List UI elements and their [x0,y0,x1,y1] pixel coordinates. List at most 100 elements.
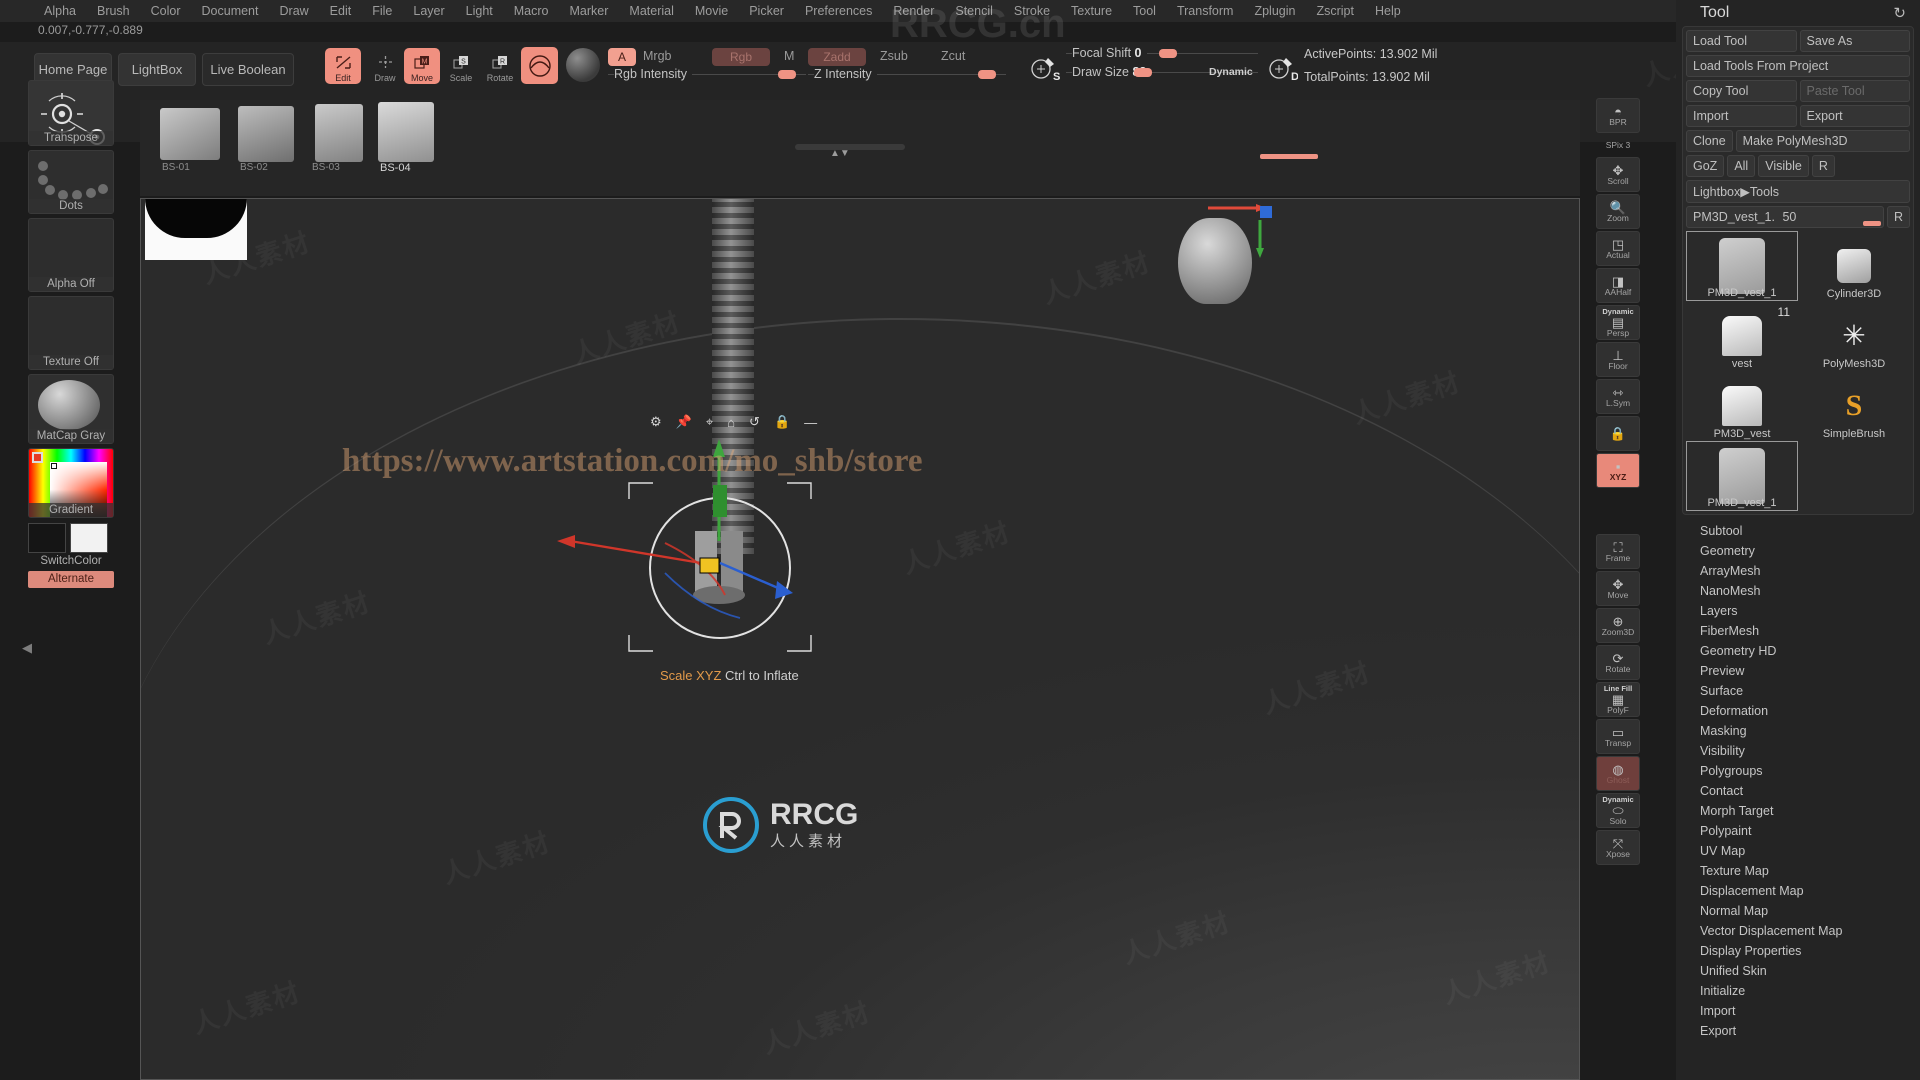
goz-visible-button[interactable]: Visible [1758,155,1809,177]
tool-thumb-polymesh3d[interactable]: ✳ PolyMesh3D [1798,301,1910,371]
load-tool-button[interactable]: Load Tool [1686,30,1797,52]
tool-menu-geometry[interactable]: Geometry [1676,541,1920,561]
tool-thumb-pm3d-vest-1[interactable]: PM3D_vest_1 [1686,441,1798,511]
right-tool-rotate[interactable]: ⟳ Rotate [1596,645,1640,680]
current-tool-r-button[interactable]: R [1886,206,1910,228]
menu-item-texture[interactable]: Texture [1061,2,1122,20]
paste-tool-button[interactable]: Paste Tool [1799,80,1910,102]
lightbox-button[interactable]: LightBox [118,53,196,86]
right-tool-spix-3[interactable]: ▪SPix 3 [1596,135,1640,155]
z-intensity-knob[interactable] [978,70,996,79]
texture-thumb[interactable]: Texture Off [28,296,114,370]
tool-menu-unified-skin[interactable]: Unified Skin [1676,961,1920,981]
move-mode-button[interactable]: M Move [404,48,440,84]
brush-thumb-bs04[interactable] [378,102,434,162]
left-tray-collapse-arrow[interactable]: ◀ [22,640,32,656]
right-tool-lock-transform-icon[interactable]: 🔒 [1596,416,1640,451]
menu-item-draw[interactable]: Draw [270,2,319,20]
rotate-mode-button[interactable]: R Rotate [482,48,518,84]
goz-button[interactable]: GoZ [1686,155,1725,177]
tool-menu-polypaint[interactable]: Polypaint [1676,821,1920,841]
zsub-label[interactable]: Zsub [880,49,908,63]
current-material-thumb[interactable] [566,48,600,82]
right-tool-scroll[interactable]: ✥ Scroll [1596,157,1640,192]
right-tool-floor[interactable]: ⊥ Floor [1596,342,1640,377]
tool-menu-import[interactable]: Import [1676,1001,1920,1021]
right-tool-transp[interactable]: ▭ Transp [1596,719,1640,754]
tool-menu-contact[interactable]: Contact [1676,781,1920,801]
goz-all-button[interactable]: All [1727,155,1756,177]
focal-shift-knob[interactable] [1159,49,1177,58]
menu-item-help[interactable]: Help [1365,2,1411,20]
primary-color-swatch[interactable] [28,523,66,553]
tool-menu-layers[interactable]: Layers [1676,601,1920,621]
menu-item-file[interactable]: File [362,2,402,20]
make-polymesh3d-button[interactable]: Make PolyMesh3D [1735,130,1910,152]
brush-thumb-bs03[interactable] [315,104,363,162]
draw-size-knob[interactable] [1134,68,1152,77]
menu-item-material[interactable]: Material [619,2,683,20]
menu-item-zscript[interactable]: Zscript [1306,2,1364,20]
stroke-thumb[interactable]: Dots [28,150,114,214]
edit-mode-button[interactable]: Edit [325,48,361,84]
menu-item-stencil[interactable]: Stencil [945,2,1003,20]
alternate-button[interactable]: Alternate [28,571,114,588]
menu-item-marker[interactable]: Marker [560,2,619,20]
right-tool-rotate-y-icon[interactable]: ↻ [1596,490,1640,510]
right-tool-rotate-z-icon[interactable]: ↺ [1596,512,1640,532]
tool-menu-texture-map[interactable]: Texture Map [1676,861,1920,881]
menu-item-tool[interactable]: Tool [1123,2,1166,20]
menu-item-edit[interactable]: Edit [320,2,362,20]
menu-item-transform[interactable]: Transform [1167,2,1244,20]
menu-item-movie[interactable]: Movie [685,2,738,20]
right-tool-zoom3d[interactable]: ⊕ Zoom3D [1596,608,1640,643]
menu-item-brush[interactable]: Brush [87,2,140,20]
mrgb-a-button[interactable]: A [608,48,636,66]
right-tool-actual[interactable]: ◳ Actual [1596,231,1640,266]
switch-color-button[interactable]: SwitchColor [28,555,114,567]
tool-menu-deformation[interactable]: Deformation [1676,701,1920,721]
z-intensity-slider[interactable]: Z Intensity [808,66,1006,83]
menu-item-light[interactable]: Light [456,2,503,20]
axis-gizmo-widget[interactable] [1190,198,1320,258]
menu-item-document[interactable]: Document [192,2,269,20]
strip-scroll-handle[interactable] [795,144,905,150]
m-label[interactable]: M [784,49,794,63]
load-tools-from-project-button[interactable]: Load Tools From Project [1686,55,1910,77]
right-tool-xyz[interactable]: ▪ XYZ [1596,453,1640,488]
zcut-label[interactable]: Zcut [941,49,965,63]
tool-menu-preview[interactable]: Preview [1676,661,1920,681]
tool-menu-vector-displacement-map[interactable]: Vector Displacement Map [1676,921,1920,941]
color-picker[interactable]: Gradient [28,448,114,518]
tool-thumb-cylinder3d[interactable]: Cylinder3D [1798,231,1910,301]
brush-thumb-bs02[interactable] [238,106,294,162]
rgb-button[interactable]: Rgb [712,48,770,66]
viewport-canvas[interactable]: ⚙ 📌 ⌖ ⌂ ↺ 🔒 — Scale XYZ Ctrl to Inflate … [140,198,1580,1080]
tool-menu-normal-map[interactable]: Normal Map [1676,901,1920,921]
menu-item-macro[interactable]: Macro [504,2,559,20]
current-brush-thumb[interactable] [521,47,558,84]
right-tool-ghost[interactable]: ◍ Ghost [1596,756,1640,791]
save-as-button[interactable]: Save As [1799,30,1910,52]
alpha-thumb[interactable]: Alpha Off [28,218,114,292]
current-tool-slider[interactable]: PM3D_vest_1. 50 [1686,206,1884,228]
strip-progress-bar[interactable] [1260,154,1318,159]
right-tool-aahalf[interactable]: ◨ AAHalf [1596,268,1640,303]
rgb-intensity-slider[interactable]: Rgb Intensity [608,66,806,83]
tool-menu-polygroups[interactable]: Polygroups [1676,761,1920,781]
secondary-color-swatch[interactable] [70,523,108,553]
import-button[interactable]: Import [1686,105,1797,127]
menu-item-color[interactable]: Color [141,2,191,20]
tool-thumb-simplebrush[interactable]: S SimpleBrush [1798,371,1910,441]
tool-menu-visibility[interactable]: Visibility [1676,741,1920,761]
focal-shift-slider[interactable]: Focal Shift 0 [1066,45,1258,62]
right-tool-persp[interactable]: Dynamic ▤ Persp [1596,305,1640,340]
menu-item-zplugin[interactable]: Zplugin [1244,2,1305,20]
mrgb-label[interactable]: Mrgb [643,49,671,63]
scale-mode-button[interactable]: S Scale [443,48,479,84]
tool-menu-nanomesh[interactable]: NanoMesh [1676,581,1920,601]
rgb-intensity-knob[interactable] [778,70,796,79]
menu-item-render[interactable]: Render [883,2,944,20]
tool-menu-display-properties[interactable]: Display Properties [1676,941,1920,961]
zadd-button[interactable]: Zadd [808,48,866,66]
